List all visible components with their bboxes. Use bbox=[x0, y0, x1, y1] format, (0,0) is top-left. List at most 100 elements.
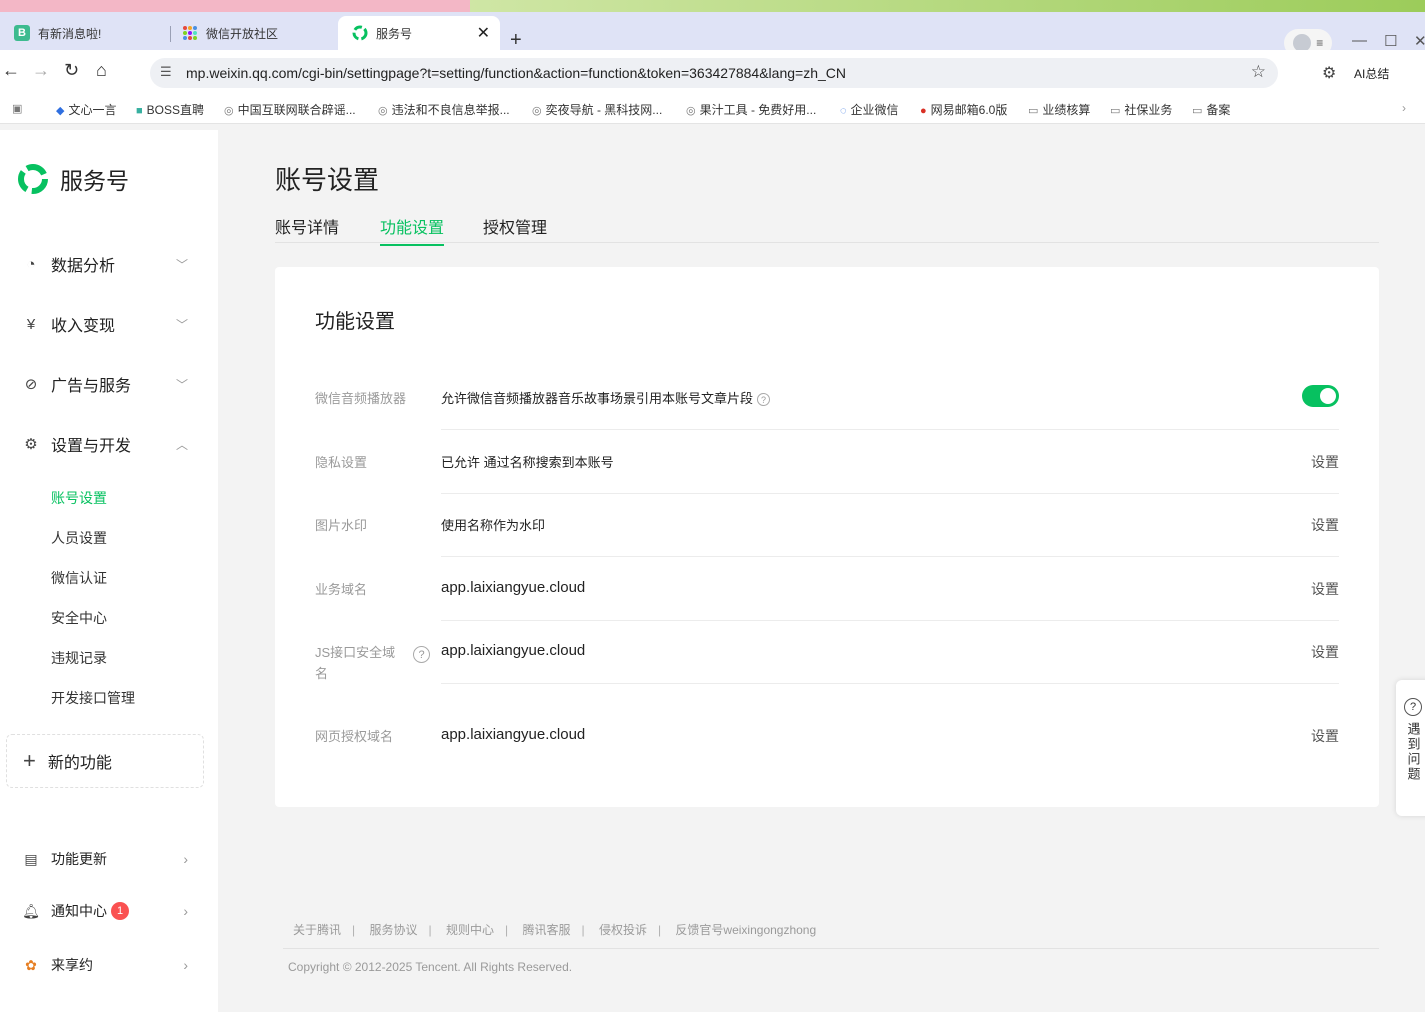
extensions-icon[interactable]: ⚙ bbox=[1322, 63, 1336, 83]
logo[interactable]: 服务号 bbox=[16, 162, 129, 196]
footer-link[interactable]: 关于腾讯 bbox=[293, 923, 341, 937]
sidebar-item-staff-settings[interactable]: 人员设置 bbox=[51, 528, 107, 548]
logo-text: 服务号 bbox=[60, 168, 129, 194]
chevron-up-icon: ︿ bbox=[175, 437, 188, 452]
grid-icon bbox=[182, 25, 198, 41]
nav-label: 数据分析 bbox=[51, 258, 116, 275]
bookmark-star-icon[interactable]: ☆ bbox=[1251, 62, 1266, 82]
tab-account-details[interactable]: 账号详情 bbox=[275, 214, 339, 244]
row-divider bbox=[441, 683, 1339, 684]
bookmark-folder[interactable]: ▭ 备案 bbox=[1192, 101, 1230, 118]
window-top-strip bbox=[0, 0, 1425, 12]
bookmark-item[interactable]: ■ BOSS直聘 bbox=[136, 101, 204, 118]
setting-row-watermark: 图片水印 使用名称作为水印 设置 bbox=[315, 493, 1339, 557]
bookmark-folder[interactable]: ▭ 社保业务 bbox=[1110, 101, 1172, 118]
foot-label: 功能更新 bbox=[51, 851, 107, 867]
chevron-right-icon[interactable]: › bbox=[1402, 101, 1406, 115]
ai-summary-button[interactable]: AI总结 bbox=[1354, 65, 1389, 82]
chevron-down-icon: ﹀ bbox=[175, 317, 188, 332]
sidebar-item-account-settings[interactable]: 账号设置 bbox=[51, 488, 107, 508]
tab-title: 微信开放社区 bbox=[206, 26, 279, 41]
tab-bar: B 有新消息啦! 微信开放社区 服务号 ✕ + ≡ — ☐ ✕ bbox=[0, 12, 1425, 57]
chevron-right-icon: › bbox=[183, 903, 188, 919]
reload-icon[interactable]: ↻ bbox=[64, 60, 79, 81]
new-tab-button[interactable]: + bbox=[510, 29, 522, 52]
function-settings-card: 功能设置 微信音频播放器 允许微信音频播放器音乐故事场景引用本账号文章片段? 隐… bbox=[275, 267, 1379, 807]
footer-link[interactable]: 腾讯客服 bbox=[522, 923, 570, 937]
bookmark-item[interactable]: ◎ 奕夜导航 - 黑科技网... bbox=[532, 101, 662, 118]
forward-icon[interactable]: → bbox=[32, 60, 50, 81]
sidebar-item-wechat-verify[interactable]: 微信认证 bbox=[51, 568, 107, 588]
app-icon: ✿ bbox=[25, 956, 37, 973]
row-label: 隐私设置 bbox=[315, 455, 368, 470]
close-icon[interactable]: ✕ bbox=[477, 23, 490, 43]
bookmark-item[interactable]: ◎ 中国互联网联合辟谣... bbox=[224, 101, 356, 118]
nav-monetization[interactable]: ¥ 收入变现 ﹀ bbox=[22, 312, 192, 336]
help-float-label: 遇到问题 bbox=[1405, 722, 1421, 782]
privacy-settings-link[interactable]: 设置 bbox=[1311, 452, 1339, 472]
footer-link[interactable]: 服务协议 bbox=[369, 923, 417, 937]
tab-groups-icon[interactable]: ▣ bbox=[12, 101, 26, 115]
js-domain-settings-link[interactable]: 设置 bbox=[1311, 642, 1339, 662]
sidebar-item-violations[interactable]: 违规记录 bbox=[51, 648, 107, 668]
url-text: mp.weixin.qq.com/cgi-bin/settingpage?t=s… bbox=[186, 65, 846, 81]
tab-wechat-community[interactable]: 微信开放社区 bbox=[168, 16, 338, 50]
help-float-button[interactable]: ? 遇到问题 bbox=[1396, 680, 1425, 816]
tab-title: 有新消息啦! bbox=[38, 26, 102, 41]
row-value: 允许微信音频播放器音乐故事场景引用本账号文章片段? bbox=[441, 388, 771, 407]
foot-label: 来享约 bbox=[51, 957, 93, 973]
new-feature-label: 新的功能 bbox=[47, 755, 112, 772]
help-icon[interactable]: ? bbox=[757, 393, 771, 407]
bookmark-item[interactable]: ◎ 违法和不良信息举报... bbox=[378, 101, 510, 118]
help-icon[interactable]: ? bbox=[413, 646, 430, 663]
site-settings-icon[interactable]: ☰ bbox=[160, 64, 172, 80]
sidebar-feature-updates[interactable]: ▤ 功能更新 › bbox=[22, 847, 192, 871]
audio-player-toggle[interactable] bbox=[1302, 385, 1339, 407]
back-icon[interactable]: ← bbox=[2, 60, 20, 81]
footer-link[interactable]: 反馈官号weixingongzhong bbox=[675, 923, 816, 937]
tab-new-messages[interactable]: B 有新消息啦! bbox=[0, 16, 168, 50]
nav-ads-services[interactable]: ⊘ 广告与服务 ﹀ bbox=[22, 372, 192, 396]
minimize-button[interactable]: — bbox=[1352, 32, 1367, 49]
business-domain-settings-link[interactable]: 设置 bbox=[1311, 579, 1339, 599]
setting-row-privacy: 隐私设置 已允许 通过名称搜索到本账号 设置 bbox=[315, 430, 1339, 494]
page-title: 账号设置 bbox=[275, 165, 380, 195]
chevron-down-icon: ﹀ bbox=[175, 257, 188, 272]
setting-row-js-domain: JS接口安全域名 ? app.laixiangyue.cloud 设置 bbox=[315, 620, 1339, 684]
setting-row-oauth-domain: 网页授权域名 app.laixiangyue.cloud 设置 bbox=[315, 704, 1339, 768]
new-feature-button[interactable]: + 新的功能 bbox=[6, 734, 204, 788]
tab-authorization[interactable]: 授权管理 bbox=[483, 214, 547, 244]
home-icon[interactable]: ⌂ bbox=[96, 60, 107, 81]
yen-icon: ¥ bbox=[26, 315, 36, 333]
bookmark-folder[interactable]: ▭ 业绩核算 bbox=[1028, 101, 1090, 118]
sidebar-item-dev-api[interactable]: 开发接口管理 bbox=[51, 688, 135, 708]
tab-service-account[interactable]: 服务号 ✕ bbox=[338, 16, 500, 50]
watermark-settings-link[interactable]: 设置 bbox=[1311, 515, 1339, 535]
row-value: app.laixiangyue.cloud bbox=[441, 579, 586, 596]
b-app-icon: B bbox=[14, 25, 30, 41]
nav-data-analysis[interactable]: ◔ 数据分析 ﹀ bbox=[22, 252, 192, 276]
url-field[interactable]: ☰ mp.weixin.qq.com/cgi-bin/settingpage?t… bbox=[150, 58, 1278, 88]
window-close-button[interactable]: ✕ bbox=[1414, 32, 1425, 50]
footer-link[interactable]: 规则中心 bbox=[446, 923, 494, 937]
address-bar: ← → ↻ ⌂ ☰ mp.weixin.qq.com/cgi-bin/setti… bbox=[0, 50, 1425, 94]
tab-function-settings[interactable]: 功能设置 bbox=[380, 214, 445, 246]
bookmark-item[interactable]: ◆ 文心一言 bbox=[56, 101, 116, 118]
oauth-domain-settings-link[interactable]: 设置 bbox=[1311, 726, 1339, 746]
nav-settings-dev[interactable]: ⚙ 设置与开发 ︿ bbox=[22, 432, 192, 456]
maximize-button[interactable]: ☐ bbox=[1384, 32, 1397, 50]
gear-icon: ⚙ bbox=[24, 436, 38, 453]
notification-badge: 1 bbox=[111, 902, 129, 920]
bookmarks-bar: ▣ ◆ 文心一言 ■ BOSS直聘 ◎ 中国互联网联合辟谣... ◎ 违法和不良信息举报… bbox=[0, 94, 1425, 124]
sidebar-notifications[interactable]: 🔔︎ 通知中心 1 › bbox=[22, 899, 192, 923]
row-value: app.laixiangyue.cloud bbox=[441, 726, 586, 743]
toggle-knob bbox=[1320, 388, 1336, 404]
bookmark-item[interactable]: ◌ 企业微信 bbox=[840, 101, 899, 118]
sidebar-laixiangyue[interactable]: ✿ 来享约 › bbox=[22, 953, 192, 977]
sidebar-item-security-center[interactable]: 安全中心 bbox=[51, 608, 107, 628]
footer-link[interactable]: 侵权投诉 bbox=[599, 923, 647, 937]
bookmark-item[interactable]: ◎ 果汁工具 - 免费好用... bbox=[686, 101, 816, 118]
help-icon: ? bbox=[1404, 698, 1422, 716]
bookmark-item[interactable]: ● 网易邮箱6.0版 bbox=[920, 101, 1007, 118]
bell-icon: 🔔︎ bbox=[22, 902, 40, 919]
